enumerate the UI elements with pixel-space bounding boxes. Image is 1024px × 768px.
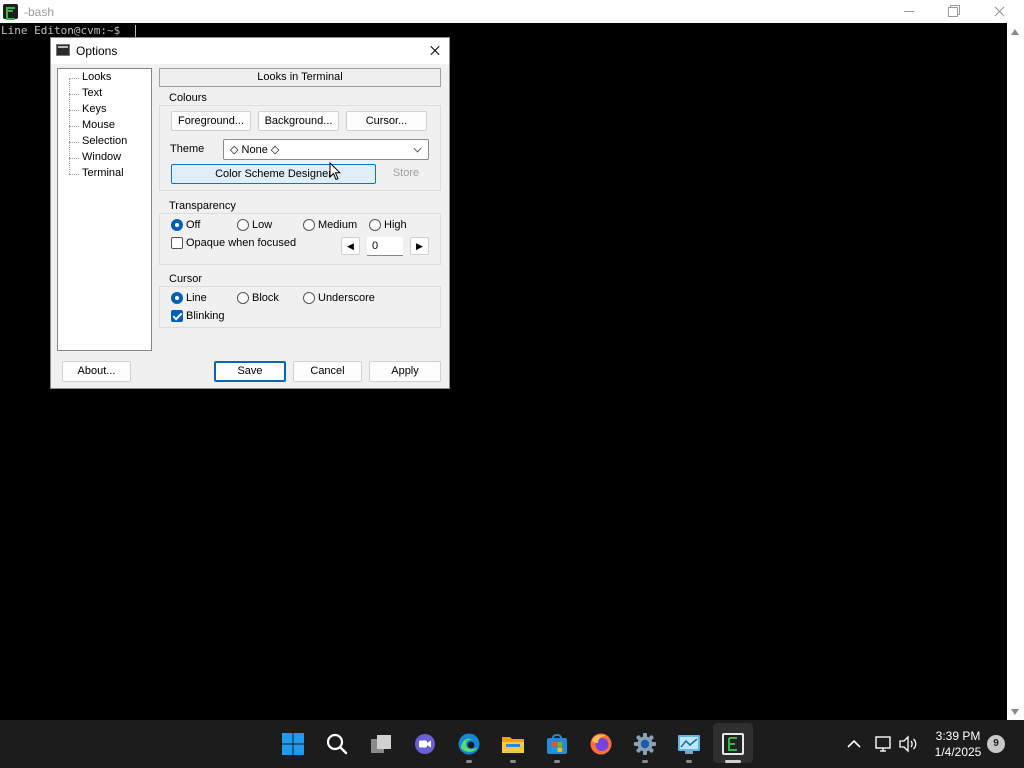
cursor-underscore-radio[interactable] (303, 292, 315, 304)
shell-prompt: Line Editon@cvm:~$ (1, 24, 121, 37)
transparency-medium-label: Medium (318, 219, 358, 231)
transparency-off-label: Off (186, 219, 201, 231)
firefox-icon[interactable] (589, 732, 613, 756)
transparency-low-radio[interactable] (237, 219, 249, 231)
clock-time[interactable]: 3:39 PM (930, 729, 986, 743)
running-indicator (466, 760, 472, 763)
minimize-button[interactable] (886, 0, 932, 23)
theme-select[interactable]: ◇ None ◇ (223, 139, 429, 160)
dialog-title: Options (76, 44, 118, 58)
transparency-group-label: Transparency (168, 200, 237, 212)
running-indicator (642, 760, 648, 763)
transparency-medium-radio[interactable] (303, 219, 315, 231)
edge-icon[interactable] (457, 732, 481, 756)
blinking-label: Blinking (186, 310, 225, 322)
theme-label: Theme (170, 143, 205, 155)
cancel-button[interactable]: Cancel (293, 361, 362, 382)
task-view-icon[interactable] (369, 732, 393, 756)
opaque-when-focused-label: Opaque when focused (186, 237, 297, 249)
options-nav-tree: Looks Text Keys Mouse Selection Window T… (57, 68, 152, 351)
taskbar: 3:39 PM 1/4/2025 9 (0, 720, 1024, 768)
blinking-checkbox[interactable] (171, 310, 183, 322)
colours-group-label: Colours (168, 92, 208, 104)
nav-item-label: Mouse (82, 119, 116, 131)
nav-item-label: Window (82, 151, 122, 163)
nav-item-label: Selection (82, 135, 128, 147)
transparency-high-radio[interactable] (369, 219, 381, 231)
about-button[interactable]: About... (62, 361, 131, 382)
restore-button[interactable] (931, 0, 977, 23)
options-window-icon (56, 44, 70, 56)
settings-icon[interactable] (633, 732, 657, 756)
options-dialog: Options Looks Text Keys Mouse Selection … (50, 37, 450, 389)
cursor-line-radio[interactable] (171, 292, 183, 304)
cursor-group-label: Cursor (168, 273, 204, 285)
notification-badge[interactable]: 9 (987, 735, 1005, 753)
text-cursor (135, 25, 136, 37)
mouse-pointer-icon (329, 162, 341, 181)
background-button[interactable]: Background... (258, 111, 339, 131)
running-indicator (686, 760, 692, 763)
terminal-titlebar: -bash (0, 0, 1024, 23)
meet-icon[interactable] (413, 732, 437, 756)
clock-date[interactable]: 1/4/2025 (930, 745, 986, 759)
transparency-increase-button[interactable]: ▶ (410, 237, 429, 255)
vertical-scrollbar[interactable] (1007, 23, 1024, 720)
start-icon[interactable] (281, 732, 305, 756)
transparency-decrease-button[interactable]: ◀ (341, 237, 360, 255)
dialog-close-button[interactable] (421, 38, 449, 64)
cursor-block-radio[interactable] (237, 292, 249, 304)
chevron-down-icon (413, 144, 422, 153)
nav-item-label: Looks (82, 71, 112, 83)
transparency-value-field[interactable]: 0 (367, 237, 403, 256)
dialog-titlebar[interactable]: Options (51, 38, 449, 64)
cursor-line-label: Line (186, 292, 207, 304)
control-panel-icon[interactable] (677, 732, 701, 756)
mintty-app-icon[interactable] (3, 4, 18, 20)
theme-selected-value: ◇ None ◇ (230, 144, 280, 156)
cursor-colour-button[interactable]: Cursor... (346, 111, 427, 131)
chevron-up-icon[interactable] (845, 734, 863, 754)
close-window-button[interactable] (976, 0, 1022, 23)
apply-button[interactable]: Apply (369, 361, 441, 382)
volume-icon[interactable] (898, 734, 918, 754)
cursor-block-label: Block (252, 292, 279, 304)
section-header: Looks in Terminal (159, 68, 441, 87)
color-scheme-designer-button[interactable]: Color Scheme Designer (171, 164, 376, 184)
network-icon[interactable] (873, 734, 893, 754)
save-button[interactable]: Save (214, 361, 286, 382)
scroll-up-arrow-icon[interactable] (1011, 29, 1019, 35)
search-icon[interactable] (325, 732, 349, 756)
scroll-down-arrow-icon[interactable] (1011, 709, 1019, 715)
store-button: Store (392, 167, 420, 179)
file-explorer-icon[interactable] (501, 732, 525, 756)
nav-item-label: Keys (82, 103, 107, 115)
opaque-when-focused-checkbox[interactable] (171, 237, 183, 249)
transparency-low-label: Low (252, 219, 273, 231)
foreground-button[interactable]: Foreground... (171, 111, 251, 131)
cursor-underscore-label: Underscore (318, 292, 375, 304)
running-indicator (554, 760, 560, 763)
nav-item-label: Terminal (82, 167, 124, 179)
window-title: -bash (24, 5, 55, 19)
nav-item-label: Text (82, 87, 103, 99)
active-indicator (725, 760, 741, 763)
transparency-high-label: High (384, 219, 407, 231)
running-indicator (510, 760, 516, 763)
transparency-off-radio[interactable] (171, 219, 183, 231)
store-icon[interactable] (545, 732, 569, 756)
mintty-icon[interactable] (721, 732, 745, 756)
